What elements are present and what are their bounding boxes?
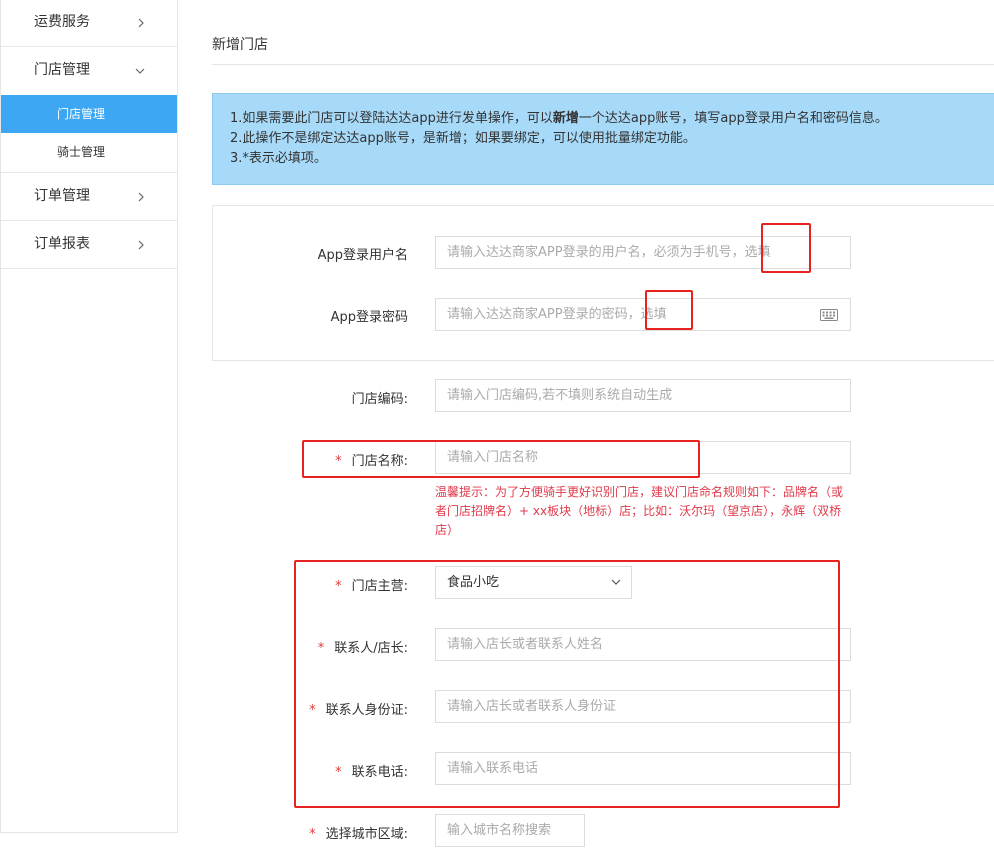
page-title: 新增门店 — [212, 37, 268, 53]
sidebar-subitem-rider-management[interactable]: 骑士管理 — [1, 133, 177, 172]
highlight-box — [294, 560, 840, 808]
notice-line-1: 1.如果需要此门店可以登陆达达app进行发单操作，可以新增一个达达app账号，填… — [230, 111, 888, 126]
app-username-label: App登录用户名 — [317, 248, 408, 263]
sidebar-item-shipping[interactable]: 运费服务 — [1, 0, 177, 47]
app-password-input[interactable]: 请输入达达商家APP登录的密码，选填 — [435, 298, 851, 331]
notice-line-2: 2.此操作不是绑定达达app账号，是新增；如果要绑定，可以使用批量绑定功能。 — [230, 131, 696, 146]
store-code-input[interactable]: 请输入门店编码,若不填则系统自动生成 — [435, 379, 851, 412]
chevron-right-icon — [137, 0, 145, 44]
sidebar-item-label: 门店管理 — [34, 62, 90, 78]
sidebar-item-order-management[interactable]: 订单管理 — [1, 173, 177, 221]
sidebar-item-store-management[interactable]: 门店管理 — [1, 47, 177, 95]
title-divider — [212, 64, 994, 65]
notice-line-3: 3.*表示必填项。 — [230, 151, 327, 166]
store-name-tip: 温馨提示：为了方便骑手更好识别门店，建议门店命名规则如下：品牌名（或者门店招牌名… — [435, 485, 844, 537]
highlight-box — [302, 440, 700, 478]
sidebar: 运费服务 门店管理 门店管理 骑士管理 订单管理 订单报表 — [0, 0, 178, 833]
city-search-input[interactable]: 输入城市名称搜索 — [435, 814, 585, 847]
sidebar-submenu: 门店管理 骑士管理 — [1, 95, 177, 173]
sidebar-item-order-report[interactable]: 订单报表 — [1, 221, 177, 269]
app-account-box — [212, 205, 994, 361]
chevron-down-icon — [135, 47, 145, 93]
highlight-box — [645, 290, 693, 330]
sidebar-item-label: 运费服务 — [34, 14, 90, 30]
keyboard-icon[interactable] — [820, 309, 838, 321]
app-password-label: App登录密码 — [330, 310, 408, 325]
sidebar-item-label: 订单报表 — [34, 236, 90, 252]
sidebar-subitem-store-management[interactable]: 门店管理 — [1, 95, 177, 133]
info-notice: 1.如果需要此门店可以登陆达达app进行发单操作，可以新增一个达达app账号，填… — [212, 93, 994, 185]
highlight-box — [761, 223, 811, 273]
chevron-right-icon — [137, 221, 145, 267]
chevron-right-icon — [137, 173, 145, 219]
store-code-label: 门店编码: — [351, 392, 408, 407]
app-password-placeholder: 请输入达达商家APP登录的密码，选填 — [447, 307, 667, 322]
sidebar-item-label: 订单管理 — [34, 188, 90, 204]
city-label: * 选择城市区域: — [309, 827, 408, 842]
main-content: 新增门店 1.如果需要此门店可以登陆达达app进行发单操作，可以新增一个达达ap… — [212, 0, 994, 848]
